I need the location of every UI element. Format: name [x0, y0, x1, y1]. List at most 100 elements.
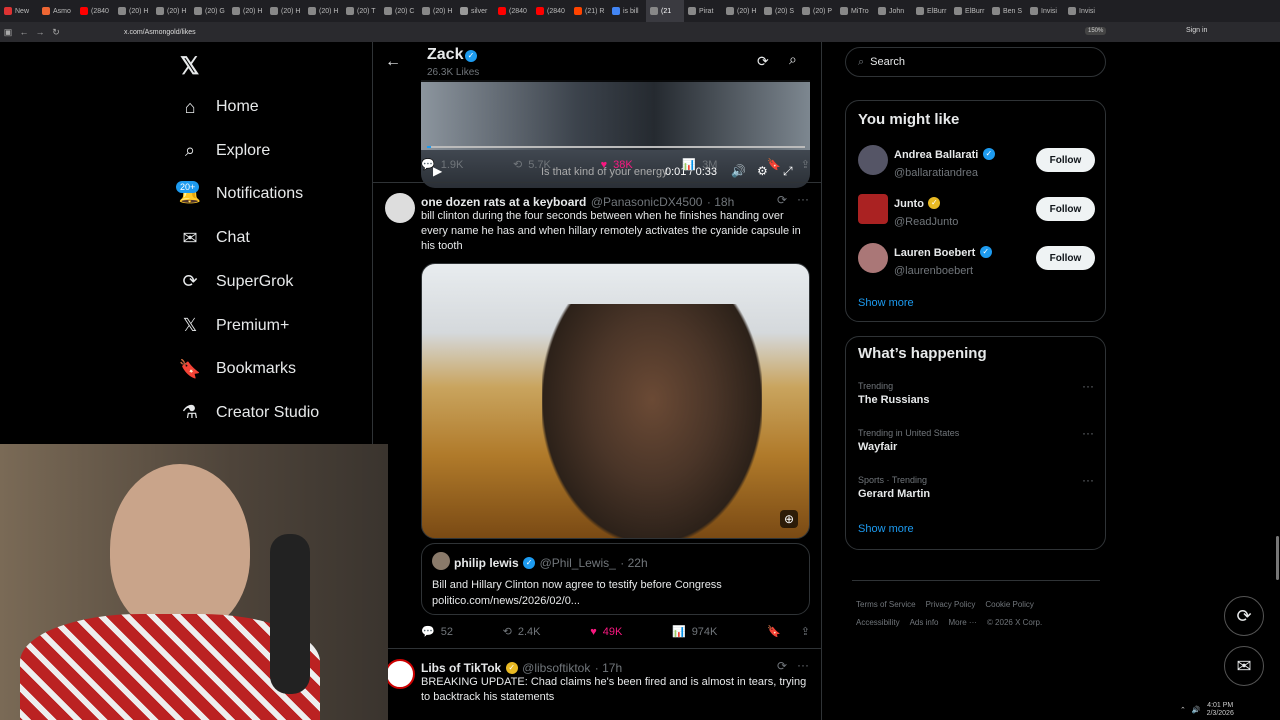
more-icon[interactable]: ··· [1082, 426, 1094, 440]
tweet-time[interactable]: · 17h [595, 661, 622, 675]
quote-author-name[interactable]: philip lewis [454, 556, 519, 570]
sidebar-item-supergrok[interactable]: ⟳ SuperGrok [180, 271, 293, 292]
browser-tab[interactable]: (20) H [304, 0, 342, 22]
reload-icon[interactable]: ↻ [48, 27, 64, 38]
show-more-link[interactable]: Show more [858, 523, 914, 535]
address-bar[interactable]: x.com/Asmongold/likes [124, 29, 196, 36]
quoted-tweet[interactable]: philip lewis ✓ @Phil_Lewis_ · 22h Bill a… [421, 543, 810, 615]
browser-tab[interactable]: is bill [608, 0, 646, 22]
browser-tab[interactable]: Invisi [1064, 0, 1102, 22]
quote-avatar[interactable] [432, 552, 450, 570]
browser-tab[interactable]: (20) P [798, 0, 836, 22]
browser-tab[interactable]: (20) S [760, 0, 798, 22]
sidebar-item-premium[interactable]: 𝕏 Premium+ [180, 315, 290, 336]
browser-tab[interactable]: ElBurr [912, 0, 950, 22]
browser-tab[interactable]: (21 [646, 0, 684, 22]
footer-link[interactable]: Accessibility [856, 618, 900, 627]
like-button[interactable]: ♥ 49K [590, 625, 622, 638]
suggestion-identity[interactable]: Junto ✓ @ReadJunto [894, 194, 958, 230]
browser-tab[interactable]: (20) H [722, 0, 760, 22]
browser-tab[interactable]: New [0, 0, 38, 22]
follow-button[interactable]: Follow [1036, 148, 1095, 172]
author-handle[interactable]: @libsoftiktok [522, 661, 590, 675]
browser-tab[interactable]: (20) H [114, 0, 152, 22]
browser-tab[interactable]: ElBurr [950, 0, 988, 22]
more-icon[interactable]: ··· [1082, 379, 1094, 393]
browser-tab[interactable]: John [874, 0, 912, 22]
sidebar-item-chat[interactable]: ✉ Chat [180, 228, 249, 248]
tweet[interactable]: one dozen rats at a keyboard @PanasonicD… [373, 182, 821, 648]
video-player[interactable]: ▶ Is that kind of your energy 0:01 / 0:3… [421, 80, 810, 188]
browser-tab[interactable]: (2840 [76, 0, 114, 22]
sidebar-item-explore[interactable]: ⌕ Explore [180, 140, 270, 161]
browser-tab[interactable]: Invisi [1026, 0, 1064, 22]
browser-tab[interactable]: Ben S [988, 0, 1026, 22]
quote-time[interactable]: · 22h [620, 556, 647, 570]
browser-tab[interactable]: Pirat [684, 0, 722, 22]
browser-tab[interactable]: (20) H [228, 0, 266, 22]
edit-image-icon[interactable]: ⊕ [780, 510, 799, 528]
bookmark-button[interactable]: 🔖 ⇪ [767, 625, 810, 638]
browser-tab[interactable]: (21) R [570, 0, 608, 22]
browser-tab[interactable]: (2840 [532, 0, 570, 22]
browser-tab[interactable]: (20) H [266, 0, 304, 22]
browser-sign-in[interactable]: Sign in [1186, 27, 1207, 34]
browser-tab[interactable]: (20) H [152, 0, 190, 22]
video-progress-bar[interactable] [427, 146, 805, 148]
trend-item[interactable]: Sports · Trending Gerard Martin [858, 475, 930, 500]
avatar[interactable] [385, 193, 415, 223]
clock[interactable]: 4:01 PM 2/3/2026 [1207, 702, 1234, 718]
browser-tab[interactable]: (2840 [494, 0, 532, 22]
avatar[interactable] [385, 659, 415, 689]
grok-icon[interactable]: ⟳ [777, 193, 787, 207]
sidebar-item-home[interactable]: ⌂ Home [180, 97, 259, 117]
more-icon[interactable]: ··· [1082, 473, 1094, 487]
forward-arrow-icon[interactable]: → [32, 27, 48, 37]
follow-button[interactable]: Follow [1036, 246, 1095, 270]
back-arrow-icon[interactable]: ← [16, 27, 32, 37]
tweet-time[interactable]: · 18h [707, 195, 734, 209]
bookmark-button[interactable]: 🔖 ⇪ [767, 158, 810, 171]
like-button[interactable]: ♥ 38K [601, 158, 633, 171]
footer-link[interactable]: Privacy Policy [926, 600, 976, 609]
grok-icon[interactable]: ⟳ [757, 53, 769, 70]
show-more-link[interactable]: Show more [858, 297, 914, 309]
reply-button[interactable]: 💬 1.9K [421, 158, 463, 172]
share-icon[interactable]: ⇪ [801, 158, 810, 171]
more-icon[interactable]: ··· [797, 658, 809, 672]
volume-icon[interactable]: 🔊 [1192, 706, 1201, 714]
footer-link[interactable]: Ads info [910, 618, 939, 627]
follow-button[interactable]: Follow [1036, 197, 1095, 221]
views-button[interactable]: 📊 3M [682, 158, 717, 172]
sidebar-item-bookmarks[interactable]: 🔖 Bookmarks [179, 359, 296, 379]
quote-link[interactable]: politico.com/news/2026/02/0... [432, 594, 580, 609]
browser-tab[interactable]: MiTro [836, 0, 874, 22]
tweet-image[interactable]: ⊕ [421, 263, 810, 539]
browser-tab[interactable]: Asmo [38, 0, 76, 22]
trend-item[interactable]: Trending in United States Wayfair [858, 428, 959, 453]
avatar[interactable] [858, 243, 888, 273]
author-handle[interactable]: @PanasonicDX4500 [591, 195, 703, 209]
search-icon[interactable]: ⌕ [789, 51, 797, 68]
x-logo[interactable]: 𝕏 [180, 52, 199, 81]
browser-tab[interactable]: (20) H [418, 0, 456, 22]
author-name[interactable]: Libs of TikTok [421, 661, 501, 675]
share-icon[interactable]: ⇪ [801, 625, 810, 638]
trend-item[interactable]: Trending The Russians [858, 381, 930, 406]
repost-button[interactable]: ⟲ 2.4K [503, 625, 541, 639]
grok-icon[interactable]: ⟳ [777, 659, 787, 673]
avatar[interactable] [858, 145, 888, 175]
sidebar-toggle-icon[interactable]: ▣ [0, 27, 16, 38]
footer-link[interactable]: Terms of Service [856, 600, 916, 609]
author-name[interactable]: one dozen rats at a keyboard [421, 195, 586, 209]
zoom-level[interactable]: 150% [1085, 27, 1107, 35]
reply-button[interactable]: 💬 52 [421, 625, 453, 639]
sidebar-item-creator-studio[interactable]: ⚗ Creator Studio [180, 402, 319, 423]
page-scrollbar[interactable] [1276, 536, 1279, 580]
back-arrow-icon[interactable]: ← [385, 53, 401, 71]
suggestion-identity[interactable]: Lauren Boebert ✓ @laurenboebert [894, 243, 992, 279]
repost-button[interactable]: ⟲ 5.7K [513, 158, 551, 172]
search-input[interactable]: ⌕ Search [845, 47, 1106, 77]
footer-link[interactable]: More ··· [948, 618, 976, 627]
quote-author-handle[interactable]: @Phil_Lewis_ [540, 556, 616, 570]
